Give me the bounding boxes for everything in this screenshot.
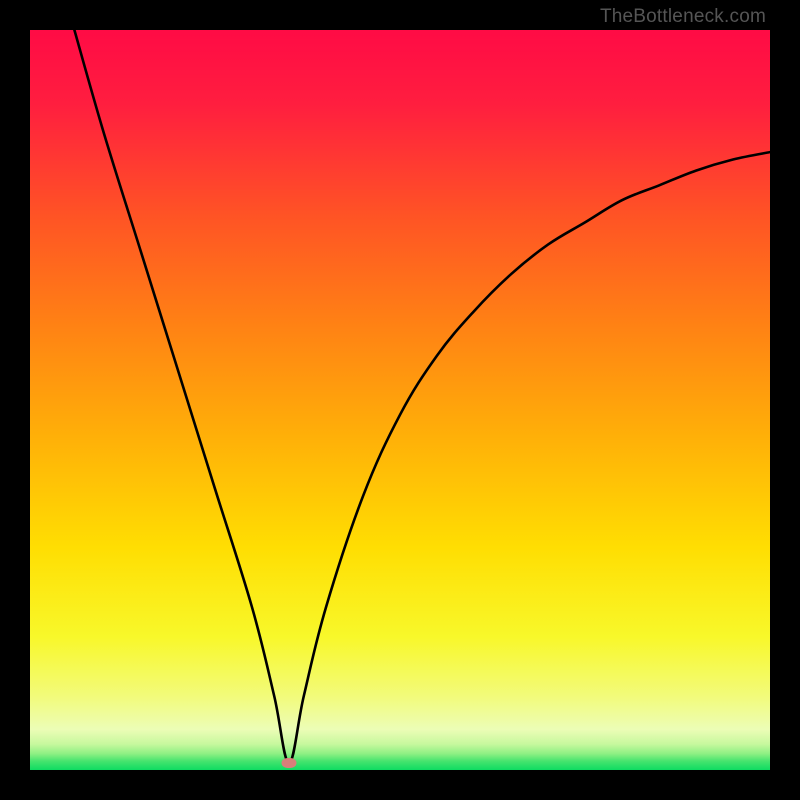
minimum-marker <box>282 758 297 768</box>
bottleneck-curve <box>30 30 770 770</box>
watermark-text: TheBottleneck.com <box>600 6 766 28</box>
plot-area <box>30 30 770 770</box>
